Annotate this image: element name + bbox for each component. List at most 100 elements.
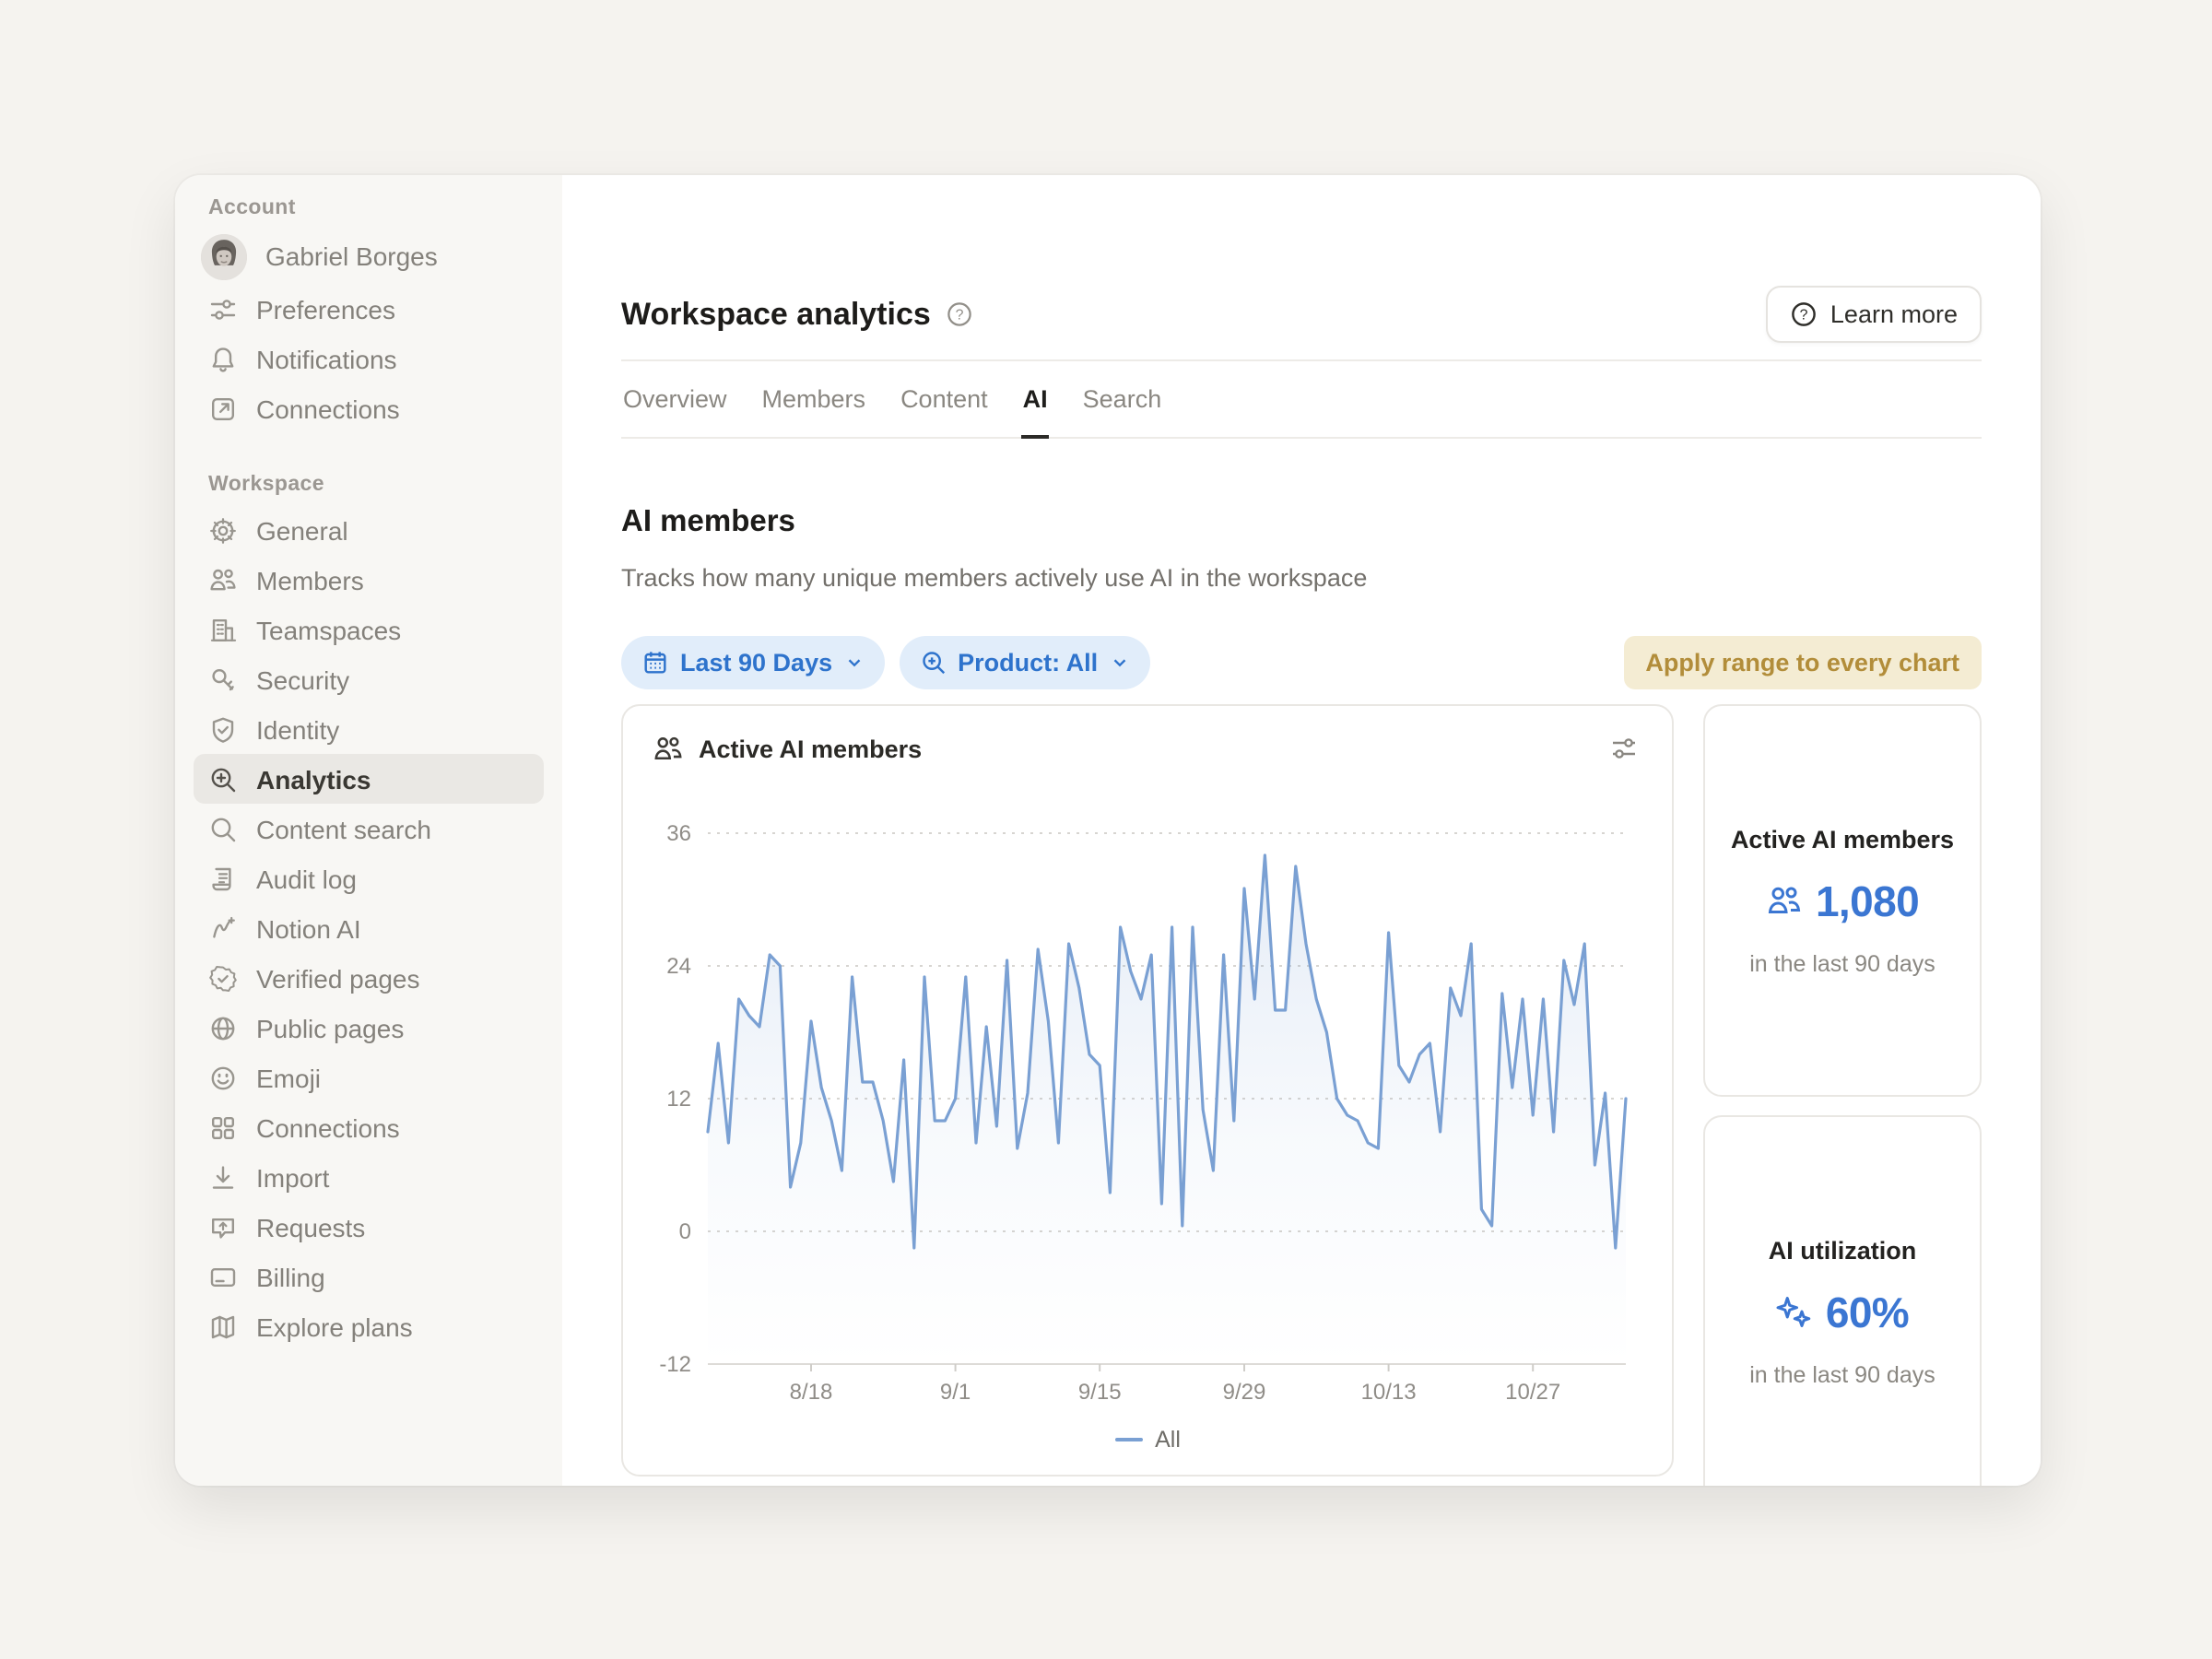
page-header: Workspace analytics ? ? xyxy=(621,286,1982,343)
sidebar-item-label: Explore plans xyxy=(256,1312,413,1341)
sidebar-item-members[interactable]: Members xyxy=(194,555,544,605)
product-filter-label: Product: All xyxy=(958,649,1098,677)
tab-members[interactable]: Members xyxy=(760,385,868,439)
tab-search[interactable]: Search xyxy=(1081,385,1164,439)
legend-label: All xyxy=(1155,1427,1181,1453)
sidebar-item-account-connections[interactable]: Connections xyxy=(194,383,544,433)
sidebar-item-label: General xyxy=(256,515,348,545)
sidebar-item-label: Notifications xyxy=(256,344,397,373)
zoom-plus-icon xyxy=(919,649,947,677)
audit-log-icon xyxy=(208,864,238,893)
svg-text:12: 12 xyxy=(666,1087,691,1112)
people-icon xyxy=(1766,883,1803,920)
sidebar-item-requests[interactable]: Requests xyxy=(194,1202,544,1252)
chevron-down-icon xyxy=(1109,653,1129,673)
learn-more-label: Learn more xyxy=(1830,300,1958,328)
shield-check-icon xyxy=(208,714,238,744)
svg-text:9/1: 9/1 xyxy=(940,1380,971,1405)
sidebar-item-notifications[interactable]: Notifications xyxy=(194,334,544,383)
sliders-icon xyxy=(1609,734,1639,763)
gear-icon xyxy=(208,515,238,545)
sidebar-item-public-pages[interactable]: Public pages xyxy=(194,1003,544,1053)
sidebar-item-label: Teamspaces xyxy=(256,615,401,644)
sidebar-item-label: Audit log xyxy=(256,864,357,893)
svg-text:9/29: 9/29 xyxy=(1223,1380,1266,1405)
calendar-icon xyxy=(641,649,669,677)
chart-settings-button[interactable] xyxy=(1606,730,1642,767)
sidebar-item-explore-plans[interactable]: Explore plans xyxy=(194,1301,544,1351)
stat-title: Active AI members xyxy=(1731,825,1954,853)
import-icon xyxy=(208,1162,238,1192)
sidebar-item-billing[interactable]: Billing xyxy=(194,1252,544,1301)
sidebar-item-label: Requests xyxy=(256,1212,365,1241)
request-icon xyxy=(208,1212,238,1241)
sidebar-section-label: Account xyxy=(194,197,544,229)
svg-text:?: ? xyxy=(955,308,963,324)
sidebar-item-label: Analytics xyxy=(256,764,371,794)
people-icon xyxy=(653,733,684,764)
tab-ai[interactable]: AI xyxy=(1021,385,1050,439)
stat-caption: in the last 90 days xyxy=(1749,950,1936,976)
sliders-icon xyxy=(208,294,238,324)
stat-caption: in the last 90 days xyxy=(1749,1361,1936,1387)
stat-value: 1,080 xyxy=(1816,877,1919,926)
smiley-icon xyxy=(208,1063,238,1092)
key-icon xyxy=(208,665,238,694)
sidebar-item-notion-ai[interactable]: Notion AI xyxy=(194,903,544,953)
sidebar-item-label: Connections xyxy=(256,394,400,423)
date-range-filter[interactable]: Last 90 Days xyxy=(621,636,884,689)
sidebar-item-label: Identity xyxy=(256,714,339,744)
chart-title: Active AI members xyxy=(699,735,922,762)
sidebar-item-workspace-connections[interactable]: Connections xyxy=(194,1102,544,1152)
tab-content[interactable]: Content xyxy=(899,385,990,439)
sidebar-item-content-search[interactable]: Content search xyxy=(194,804,544,853)
sidebar-item-label: Notion AI xyxy=(256,913,361,943)
sidebar-item-teamspaces[interactable]: Teamspaces xyxy=(194,605,544,654)
filter-row: Last 90 Days Product: All xyxy=(621,636,1982,689)
sidebar-item-analytics[interactable]: Analytics xyxy=(194,754,544,804)
sidebar-item-label: Preferences xyxy=(256,294,395,324)
sidebar-item-security[interactable]: Security xyxy=(194,654,544,704)
tab-overview[interactable]: Overview xyxy=(621,385,729,439)
question-circle-icon: ? xyxy=(1790,300,1818,328)
section-subtitle: Tracks how many unique members actively … xyxy=(621,564,1982,592)
chart-legend: All xyxy=(653,1427,1642,1453)
tabs: Overview Members Content AI Search xyxy=(621,385,1982,439)
main-content: Workspace analytics ? ? xyxy=(562,175,2041,1486)
sidebar-item-label: Content search xyxy=(256,814,431,843)
apply-range-button[interactable]: Apply range to every chart xyxy=(1623,636,1982,689)
building-icon xyxy=(208,615,238,644)
sidebar-item-verified-pages[interactable]: Verified pages xyxy=(194,953,544,1003)
svg-text:36: 36 xyxy=(666,821,691,846)
sidebar-item-preferences[interactable]: Preferences xyxy=(194,284,544,334)
sidebar-item-audit-log[interactable]: Audit log xyxy=(194,853,544,903)
svg-text:?: ? xyxy=(1799,308,1807,324)
sidebar-item-emoji[interactable]: Emoji xyxy=(194,1053,544,1102)
notion-ai-icon xyxy=(208,913,238,943)
sidebar-item-account-user[interactable]: Gabriel Borges xyxy=(194,229,544,284)
sidebar-item-general[interactable]: General xyxy=(194,505,544,555)
help-icon[interactable]: ? xyxy=(946,300,973,328)
stat-value: 60% xyxy=(1826,1288,1909,1337)
sidebar-item-label: Security xyxy=(256,665,349,694)
svg-text:9/15: 9/15 xyxy=(1078,1380,1122,1405)
section-title: AI members xyxy=(621,505,1982,540)
svg-text:0: 0 xyxy=(679,1219,691,1244)
svg-text:10/13: 10/13 xyxy=(1361,1380,1417,1405)
external-link-icon xyxy=(208,394,238,423)
chevron-down-icon xyxy=(843,653,864,673)
bell-icon xyxy=(208,344,238,373)
stat-title: AI utilization xyxy=(1769,1236,1917,1264)
analytics-content: Active AI members 3624120-128/189/19/159… xyxy=(621,704,1982,1486)
product-filter[interactable]: Product: All xyxy=(899,636,1149,689)
svg-text:8/18: 8/18 xyxy=(790,1380,833,1405)
sidebar-item-identity[interactable]: Identity xyxy=(194,704,544,754)
learn-more-button[interactable]: ? Learn more xyxy=(1766,286,1982,343)
sidebar-item-label: Billing xyxy=(256,1262,325,1291)
zoom-plus-icon xyxy=(208,764,238,794)
sidebar-item-import[interactable]: Import xyxy=(194,1152,544,1202)
search-icon xyxy=(208,814,238,843)
stat-card-ai-utilization: AI utilization 60% in the last 90 days xyxy=(1703,1115,1982,1486)
line-chart: 3624120-128/189/19/159/2910/1310/27 xyxy=(653,778,1642,1412)
avatar xyxy=(201,233,247,279)
